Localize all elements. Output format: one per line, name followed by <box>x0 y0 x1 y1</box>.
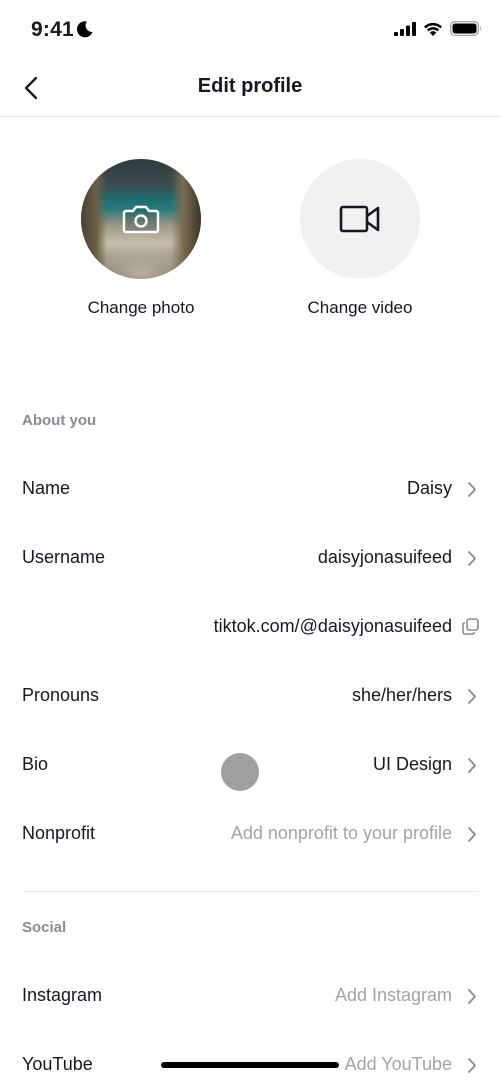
row-label: Instagram <box>22 985 103 1005</box>
section-label-about-you: About you <box>22 412 97 429</box>
change-video-control[interactable]: Change video <box>280 159 440 318</box>
row-label: Bio <box>22 754 49 774</box>
chevron-right-icon <box>468 689 476 704</box>
row-label: Username <box>22 547 106 567</box>
row-value-placeholder: Add nonprofit to your profile <box>230 823 452 843</box>
row-label: Nonprofit <box>22 823 96 843</box>
navigation-header: Edit profile <box>0 60 500 117</box>
camera-icon <box>122 205 160 234</box>
row-username[interactable]: Username daisyjonasuifeed <box>0 533 500 583</box>
touch-indicator <box>221 753 259 791</box>
battery-icon <box>450 21 481 36</box>
row-pronouns[interactable]: Pronouns she/her/hers <box>0 671 500 721</box>
row-value: UI Design <box>372 754 452 774</box>
video-camera-icon <box>339 205 380 233</box>
row-value-placeholder: Add Instagram <box>334 985 452 1005</box>
row-label: Pronouns <box>22 685 100 705</box>
chevron-right-icon <box>468 551 476 566</box>
row-label: Name <box>22 478 71 498</box>
row-value: daisyjonasuifeed <box>317 547 452 567</box>
profile-video-placeholder[interactable] <box>300 159 420 279</box>
chevron-right-icon <box>468 1058 476 1073</box>
change-video-label[interactable]: Change video <box>280 298 440 318</box>
home-indicator[interactable] <box>161 1062 339 1068</box>
row-nonprofit[interactable]: Nonprofit Add nonprofit to your profile <box>0 809 500 859</box>
change-photo-label[interactable]: Change photo <box>61 298 221 318</box>
cellular-signal-icon <box>394 21 416 36</box>
status-bar: 9:41 <box>0 0 500 60</box>
chevron-right-icon <box>468 989 476 1004</box>
row-label: YouTube <box>22 1054 93 1074</box>
page-title: Edit profile <box>197 75 303 97</box>
row-profile-link[interactable]: tiktok.com/@daisyjonasuifeed <box>0 602 500 652</box>
section-divider <box>22 891 478 892</box>
row-value-placeholder: Add YouTube <box>344 1054 452 1074</box>
chevron-right-icon <box>468 827 476 842</box>
row-instagram[interactable]: Instagram Add Instagram <box>0 971 500 1021</box>
profile-photo-avatar[interactable] <box>81 159 201 279</box>
profile-link-value: tiktok.com/@daisyjonasuifeed <box>213 616 452 636</box>
row-value: Daisy <box>406 478 452 498</box>
wifi-icon <box>424 22 442 36</box>
copy-icon[interactable] <box>461 617 480 636</box>
chevron-right-icon <box>468 758 476 773</box>
row-value: she/her/hers <box>351 685 452 705</box>
status-icons <box>394 21 482 36</box>
do-not-disturb-moon-icon <box>76 21 93 38</box>
row-name[interactable]: Name Daisy <box>0 464 500 514</box>
chevron-right-icon <box>468 482 476 497</box>
status-time: 9:41 <box>31 18 74 41</box>
section-label-social: Social <box>22 919 67 936</box>
change-photo-control[interactable]: Change photo <box>61 159 221 318</box>
